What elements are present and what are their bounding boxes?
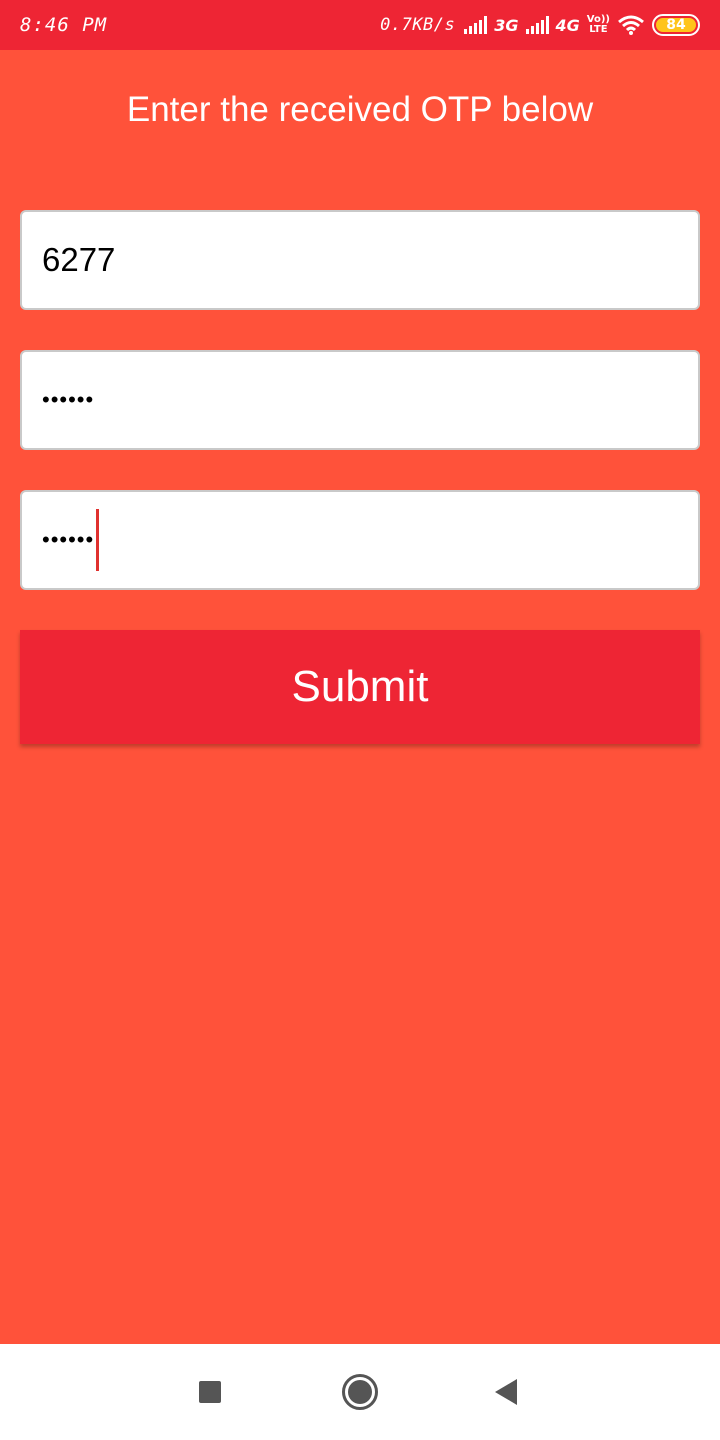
network-speed: 0.7KB/s <box>380 15 456 35</box>
wifi-icon <box>618 15 644 35</box>
battery-level: 84 <box>656 17 696 33</box>
back-icon <box>495 1379 517 1405</box>
status-time: 8:46 PM <box>20 14 108 36</box>
volte-icon: Vo)) LTE <box>587 15 610 35</box>
home-icon <box>342 1374 378 1410</box>
password-value: •••••• <box>42 387 95 412</box>
home-button[interactable] <box>310 1344 410 1440</box>
recent-apps-icon <box>199 1381 221 1403</box>
otp-value: 6277 <box>42 241 116 278</box>
signal-icon <box>525 16 549 34</box>
volte-bottom: LTE <box>589 24 608 35</box>
network-type-1: 3G <box>494 15 519 35</box>
navigation-bar <box>0 1344 720 1440</box>
confirm-password-input[interactable]: •••••• <box>20 490 700 590</box>
page-title: Enter the received OTP below <box>126 90 594 129</box>
signal-icon <box>464 16 488 34</box>
password-input[interactable]: •••••• <box>20 350 700 450</box>
recent-apps-button[interactable] <box>160 1344 260 1440</box>
confirm-password-value: •••••• <box>42 527 95 552</box>
status-icons: 0.7KB/s 3G 4G Vo)) LTE 84 <box>380 14 700 36</box>
back-button[interactable] <box>456 1344 556 1440</box>
status-bar: 8:46 PM 0.7KB/s 3G 4G Vo)) LTE 84 <box>0 0 720 50</box>
submit-button[interactable]: Submit <box>20 630 700 744</box>
network-type-2: 4G <box>555 15 580 35</box>
battery-icon: 84 <box>652 14 700 36</box>
text-cursor <box>96 509 100 571</box>
otp-input[interactable]: 6277 <box>20 210 700 310</box>
